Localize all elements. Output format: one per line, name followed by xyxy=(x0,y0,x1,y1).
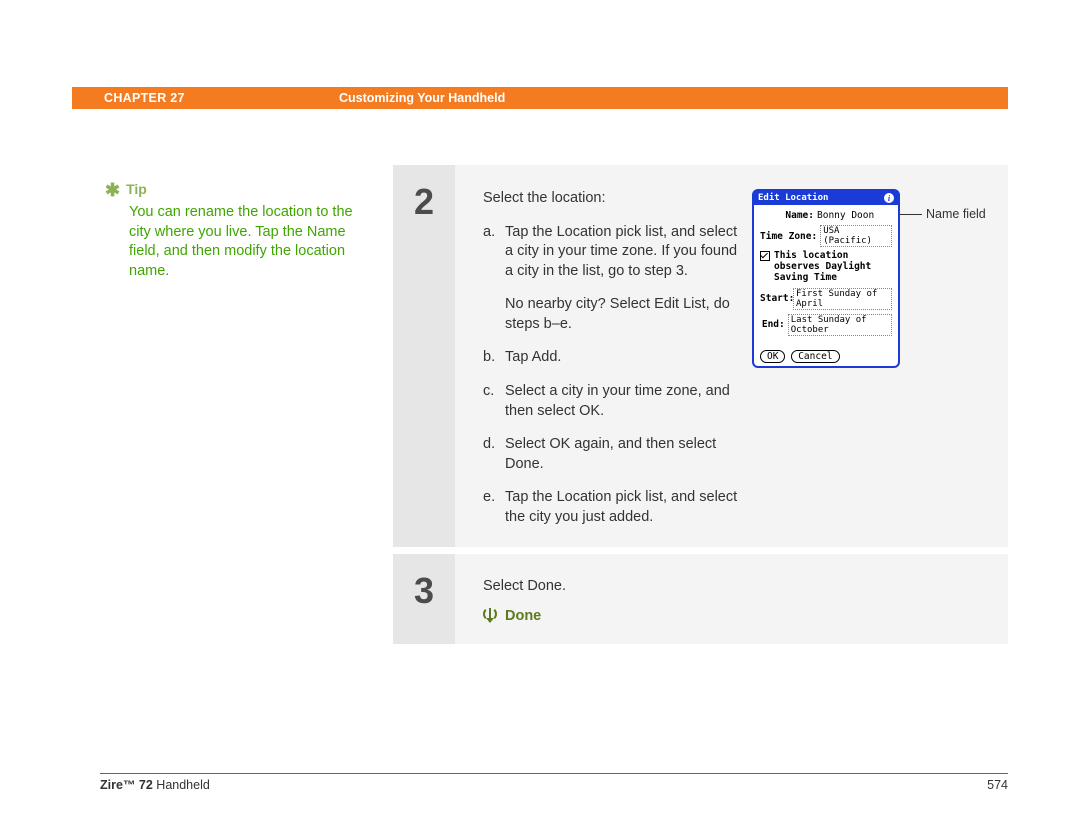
callout-line xyxy=(900,214,922,215)
timezone-label: Time Zone: xyxy=(760,231,817,242)
substep-a-text: Tap the Location pick list, and select a… xyxy=(505,223,738,282)
edit-location-dialog: Edit Location i Name: Bonny Doon Time Zo… xyxy=(752,189,900,368)
substep-marker: b. xyxy=(483,348,505,368)
tip-block: ✱ Tip You can rename the location to the… xyxy=(105,178,355,281)
step-number: 2 xyxy=(414,181,434,223)
dst-label: This location observes Daylight Saving T… xyxy=(774,251,892,284)
end-picklist[interactable]: Last Sunday of October xyxy=(788,314,892,336)
name-label: Name: xyxy=(760,210,814,221)
cancel-button[interactable]: Cancel xyxy=(791,350,839,363)
tip-label: Tip xyxy=(126,181,147,197)
step-number: 3 xyxy=(414,570,434,612)
callout-label: Name field xyxy=(926,207,986,221)
steps-column: 2 Select the location: a. Tap the Locati… xyxy=(393,165,1008,651)
substep-marker: e. xyxy=(483,488,505,527)
substep-b-text: Tap Add. xyxy=(505,348,738,368)
substep-marker: a. xyxy=(483,223,505,282)
substep-c-text: Select a city in your time zone, and the… xyxy=(505,382,738,421)
start-picklist[interactable]: First Sunday of April xyxy=(793,288,892,310)
chapter-label: CHAPTER 27 xyxy=(104,91,339,105)
chapter-header: CHAPTER 27 Customizing Your Handheld xyxy=(72,87,1008,109)
page-footer: Zire™ 72 Handheld 574 xyxy=(100,773,1008,792)
substep-marker: c. xyxy=(483,382,505,421)
dst-checkbox[interactable] xyxy=(760,251,770,261)
step-3-row: 3 Select Done. Done xyxy=(393,554,1008,644)
step-content: Select Done. Done xyxy=(455,554,1008,644)
step-number-box: 2 xyxy=(393,165,455,547)
info-icon[interactable]: i xyxy=(884,193,894,203)
asterisk-icon: ✱ xyxy=(105,180,120,201)
substep-d-text: Select OK again, and then select Done. xyxy=(505,435,738,474)
step-number-box: 3 xyxy=(393,554,455,644)
product-name: Zire™ 72 Handheld xyxy=(100,778,210,792)
ok-button[interactable]: OK xyxy=(760,350,785,363)
dialog-illustration: Edit Location i Name: Bonny Doon Time Zo… xyxy=(738,189,980,369)
step-content: Select the location: a. Tap the Location… xyxy=(455,165,1008,547)
start-label: Start: xyxy=(760,293,790,304)
name-field[interactable]: Bonny Doon xyxy=(817,210,874,221)
end-label: End: xyxy=(760,319,785,330)
substep-e-text: Tap the Location pick list, and select t… xyxy=(505,488,738,527)
done-line: Done xyxy=(483,608,980,624)
tip-text: You can rename the location to the city … xyxy=(105,203,355,281)
step-3-text: Select Done. xyxy=(483,578,980,594)
step-2-intro: Select the location: xyxy=(483,189,738,209)
step-2-row: 2 Select the location: a. Tap the Locati… xyxy=(393,165,1008,547)
substep-marker: d. xyxy=(483,435,505,474)
substep-nocity-text: No nearby city? Select Edit List, do ste… xyxy=(505,295,738,334)
chapter-title: Customizing Your Handheld xyxy=(339,91,505,105)
timezone-picklist[interactable]: USA (Pacific) xyxy=(820,225,892,247)
done-arrow-icon xyxy=(483,609,497,623)
dialog-title: Edit Location xyxy=(758,193,828,203)
page-number: 574 xyxy=(987,778,1008,792)
done-label: Done xyxy=(505,608,541,624)
